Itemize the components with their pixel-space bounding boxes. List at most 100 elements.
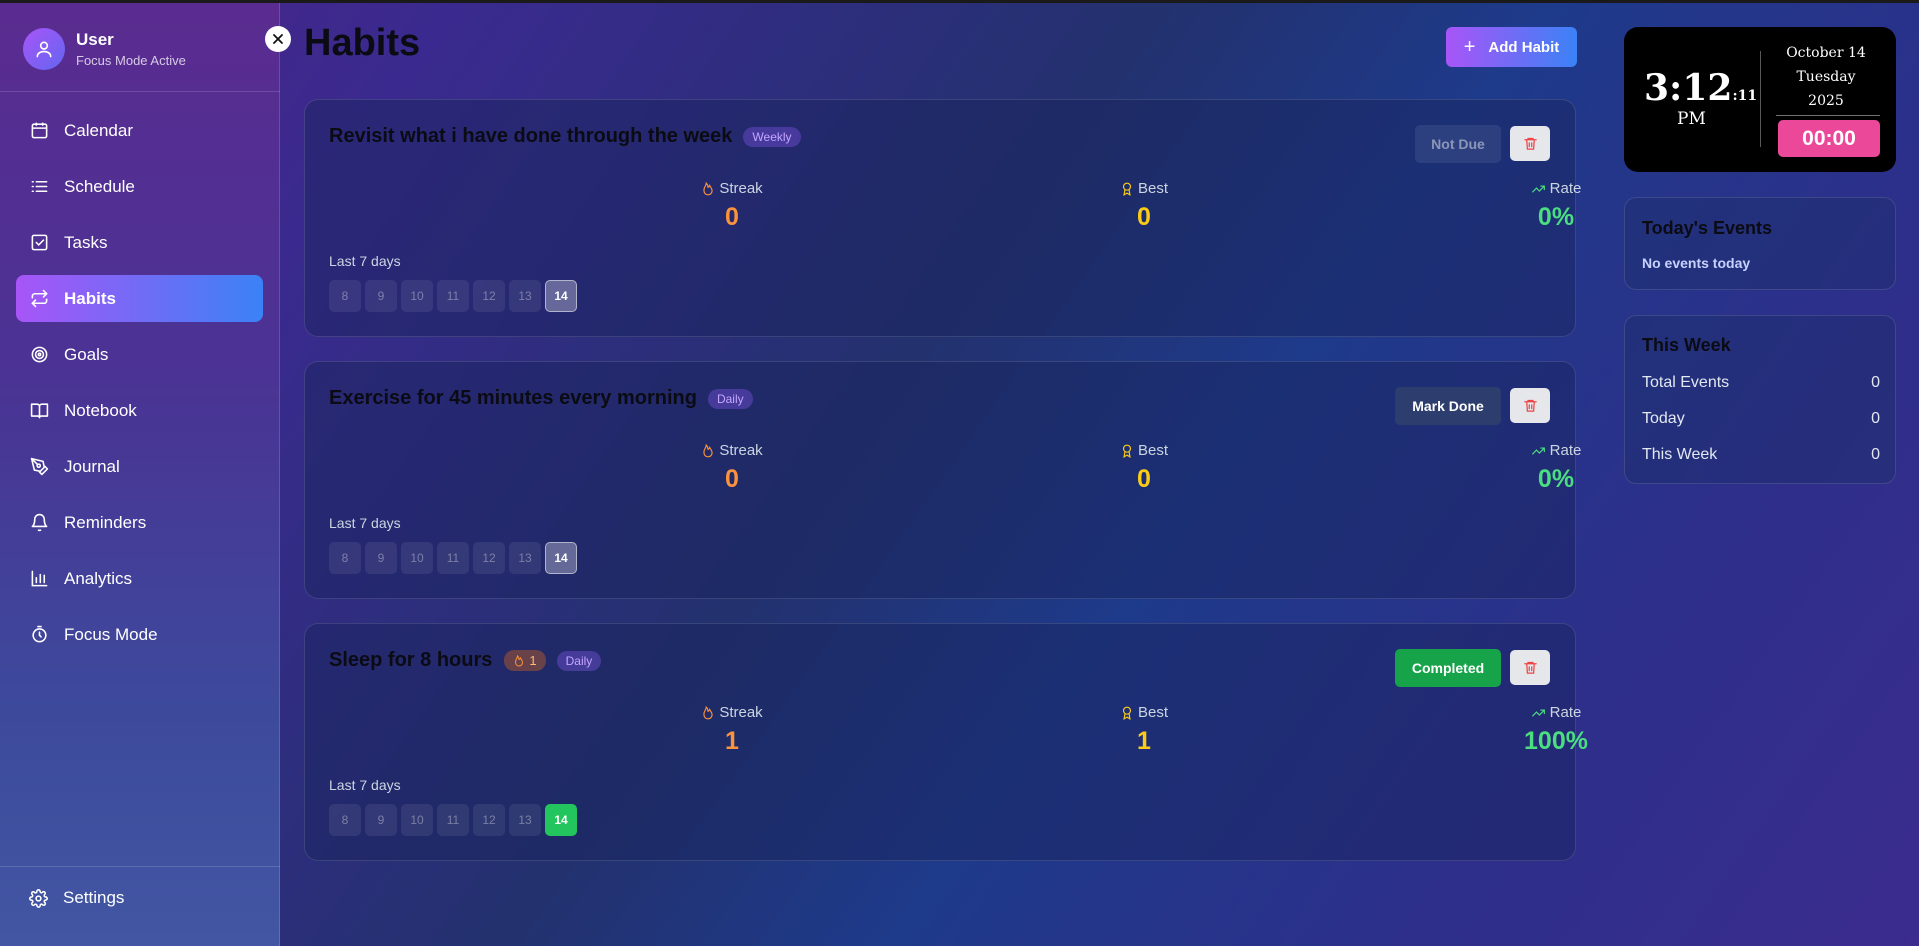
day-cell[interactable]: 10 [401, 804, 433, 836]
panel-title: Today's Events [1642, 218, 1772, 238]
habit-card: Exercise for 45 minutes every morning Da… [304, 361, 1581, 599]
sidebar: User Focus Mode Active Calendar Schedule… [0, 3, 280, 946]
checkbox-icon [29, 233, 49, 253]
clock-time: 3:12:11 [1644, 67, 1757, 109]
best-value: 0 [1137, 465, 1151, 493]
add-habit-button[interactable]: + Add Habit [1446, 27, 1577, 67]
completed-button[interactable]: Completed [1395, 649, 1501, 687]
sidebar-item-habits[interactable]: Habits [16, 275, 263, 322]
mark-done-button[interactable]: Mark Done [1395, 387, 1501, 425]
flame-icon [703, 443, 713, 457]
target-icon [29, 345, 49, 365]
day-cell[interactable]: 8 [329, 804, 361, 836]
delete-habit-button[interactable] [1510, 388, 1550, 423]
sidebar-item-focus-mode[interactable]: Focus Mode [16, 611, 263, 658]
date-weekday: Tuesday [1796, 69, 1856, 85]
user-profile[interactable]: User Focus Mode Active [23, 27, 186, 71]
sidebar-item-reminders[interactable]: Reminders [16, 499, 263, 546]
streak-label: Streak [719, 442, 763, 459]
award-icon [1122, 444, 1132, 458]
flame-icon [703, 705, 713, 719]
day-cell-today[interactable]: 14 [545, 542, 577, 574]
stat-row-value: 0 [1871, 410, 1880, 427]
panel-title: This Week [1642, 335, 1731, 355]
sidebar-item-journal[interactable]: Journal [16, 443, 263, 490]
sidebar-item-analytics[interactable]: Analytics [16, 555, 263, 602]
delete-habit-button[interactable] [1510, 126, 1550, 161]
sidebar-item-goals[interactable]: Goals [16, 331, 263, 378]
clock-date: October 14 Tuesday 2025 [1776, 41, 1876, 113]
stat-row-label: Today [1642, 410, 1685, 427]
sidebar-item-label: Focus Mode [64, 624, 158, 644]
this-week-panel: This Week Total Events 0 Today 0 This We… [1624, 315, 1896, 484]
delete-habit-button[interactable] [1510, 650, 1550, 685]
empty-state: No events today [1642, 255, 1751, 271]
best-label: Best [1137, 180, 1168, 197]
streak-badge: 1 [504, 650, 546, 671]
stat-row-value: 0 [1871, 446, 1880, 463]
sidebar-item-tasks[interactable]: Tasks [16, 219, 263, 266]
sidebar-item-notebook[interactable]: Notebook [16, 387, 263, 434]
page-title: Habits [304, 22, 421, 64]
stat-row-label: This Week [1642, 446, 1718, 463]
rate-label: Rate [1549, 704, 1582, 721]
day-cell[interactable]: 10 [401, 542, 433, 574]
day-cell[interactable]: 8 [329, 280, 361, 312]
sidebar-item-label: Schedule [64, 176, 135, 196]
clock-seconds: :11 [1732, 88, 1758, 104]
clock-hours-minutes: 3:12 [1644, 67, 1733, 109]
day-cell[interactable]: 13 [509, 804, 541, 836]
habit-title: Exercise for 45 minutes every morning [329, 387, 697, 409]
streak-value: 0 [725, 465, 739, 493]
day-cell[interactable]: 10 [401, 280, 433, 312]
day-cell[interactable]: 12 [473, 542, 505, 574]
day-cell[interactable]: 11 [437, 542, 469, 574]
day-cell[interactable]: 9 [365, 280, 397, 312]
trash-icon [1523, 399, 1537, 412]
focus-timer-button[interactable]: 00:00 [1778, 120, 1880, 157]
clock-widget: 3:12:11 PM October 14 Tuesday 2025 00:00 [1624, 27, 1896, 172]
bell-icon [29, 513, 49, 533]
day-cell[interactable]: 12 [473, 280, 505, 312]
day-cell[interactable]: 9 [365, 542, 397, 574]
rate-value: 100% [1524, 727, 1588, 755]
last-7-days-label: Last 7 days [329, 515, 401, 531]
day-cell[interactable]: 13 [509, 542, 541, 574]
flame-icon [515, 654, 524, 667]
stat-row-value: 0 [1871, 374, 1880, 391]
day-cell[interactable]: 12 [473, 804, 505, 836]
day-cell-completed[interactable]: 14 [545, 804, 577, 836]
habit-title: Sleep for 8 hours [329, 649, 493, 671]
day-cell[interactable]: 13 [509, 280, 541, 312]
sidebar-item-label: Tasks [64, 232, 108, 252]
day-cell[interactable]: 11 [437, 280, 469, 312]
trash-icon [1523, 137, 1537, 150]
frequency-badge: Daily [556, 650, 602, 671]
stat-row: Total Events 0 [1642, 374, 1880, 392]
stat-row-label: Total Events [1642, 374, 1730, 391]
sidebar-item-schedule[interactable]: Schedule [16, 163, 263, 210]
day-cell-today[interactable]: 14 [545, 280, 577, 312]
pen-icon [29, 457, 49, 477]
best-label: Best [1137, 704, 1168, 721]
sidebar-item-settings[interactable]: Settings [29, 888, 124, 908]
sidebar-item-calendar[interactable]: Calendar [16, 107, 263, 154]
user-icon [36, 41, 52, 58]
close-sidebar-button[interactable] [265, 26, 291, 52]
day-cell[interactable]: 8 [329, 542, 361, 574]
divider [1776, 115, 1880, 116]
day-cell[interactable]: 11 [437, 804, 469, 836]
not-due-button[interactable]: Not Due [1415, 125, 1501, 163]
day-cell[interactable]: 9 [365, 804, 397, 836]
best-stat: Best 1 [1044, 704, 1244, 756]
timer-icon [29, 625, 49, 645]
rate-label: Rate [1549, 180, 1582, 197]
trending-up-icon [1531, 709, 1545, 716]
sidebar-item-label: Habits [64, 288, 116, 308]
avatar [23, 28, 65, 70]
book-icon [29, 401, 49, 421]
habit-card: Revisit what i have done through the wee… [304, 99, 1581, 337]
user-status: Focus Mode Active [76, 53, 186, 68]
award-icon [1122, 706, 1132, 720]
clock-ampm: PM [1677, 109, 1706, 129]
